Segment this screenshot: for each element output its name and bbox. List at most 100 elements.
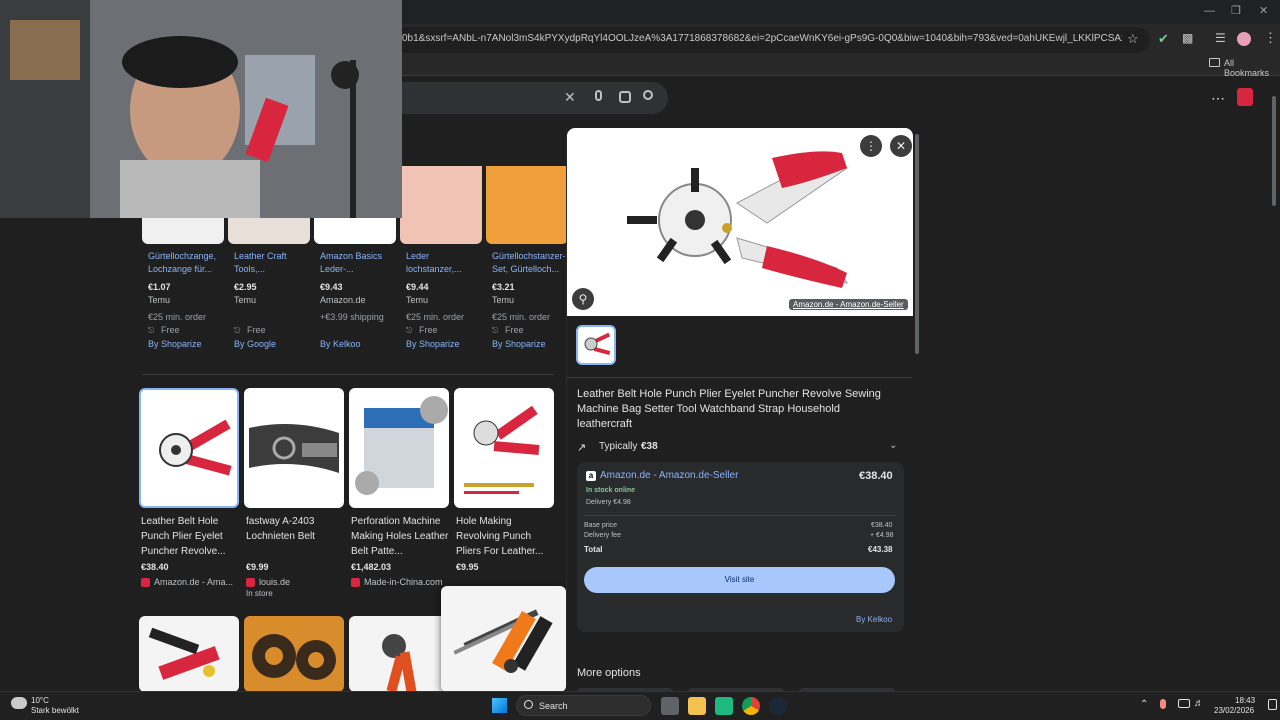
product-title[interactable]: Leather Belt Hole Punch Plier Eyelet Pun… xyxy=(141,514,239,560)
more-options-icon[interactable]: ⋮ xyxy=(860,135,882,157)
order-note: €25 min. order xyxy=(492,312,551,322)
by-provider-link[interactable]: By Shoparize xyxy=(492,339,546,349)
bookmark-star-icon[interactable]: ☆ xyxy=(1127,31,1139,47)
shipping-info: Free xyxy=(247,325,266,335)
seller-link[interactable]: Amazon.de - Amazon.de-Seller xyxy=(600,470,738,481)
clock-time[interactable]: 18:43 xyxy=(1235,696,1255,705)
product-card[interactable]: Perforation Machine Making Holes Leather… xyxy=(349,388,449,593)
product-title[interactable]: Hole Making Revolving Punch Pliers For L… xyxy=(456,514,554,560)
app-icon[interactable] xyxy=(715,697,733,715)
all-bookmarks[interactable]: All Bookmarks xyxy=(1224,58,1280,78)
image-thumbnail-selected[interactable] xyxy=(576,325,616,365)
profile-avatar[interactable] xyxy=(1237,32,1251,46)
order-note: +€3.99 shipping xyxy=(320,312,384,322)
product-title[interactable]: fastway A-2403 Lochnieten Belt xyxy=(246,514,344,560)
weather-temp[interactable]: 10°C xyxy=(31,696,49,705)
product-image[interactable] xyxy=(454,388,554,508)
close-icon[interactable]: ✕ xyxy=(890,135,912,157)
panel-divider xyxy=(567,377,912,378)
by-provider-link[interactable]: By Shoparize xyxy=(148,339,202,349)
product-card[interactable]: Leather Belt Hole Punch Plier Eyelet Pun… xyxy=(139,388,239,593)
url-text[interactable]: 0b1&sxsrf=ANbL-n7ANol3mS4kPYXydpRqYl4OOL… xyxy=(402,33,1122,44)
product-title[interactable]: Amazon Basics Leder-... xyxy=(320,250,398,276)
product-image[interactable] xyxy=(139,388,239,508)
clear-search-icon[interactable]: ✕ xyxy=(564,89,576,106)
store-favicon xyxy=(246,578,255,587)
store-favicon xyxy=(351,578,360,587)
microphone-icon[interactable] xyxy=(1160,699,1166,709)
delivery-fee-label: Delivery fee xyxy=(584,532,621,539)
image-source-label[interactable]: Amazon.de - Amazon.de-Seller xyxy=(789,299,908,310)
extensions-icon[interactable]: ▩ xyxy=(1182,31,1193,45)
taskbar-search[interactable]: Search xyxy=(516,695,651,716)
steam-icon[interactable] xyxy=(769,697,787,715)
close-window-button[interactable]: ✕ xyxy=(1259,4,1268,17)
availability: In store xyxy=(246,589,273,598)
browser-menu-icon[interactable]: ⋮ xyxy=(1264,30,1277,46)
by-provider-link[interactable]: By Kelkoo xyxy=(320,339,361,349)
store-name: Temu xyxy=(492,295,515,305)
chrome-icon[interactable] xyxy=(742,697,760,715)
folder-icon xyxy=(1209,58,1220,67)
check-extension-icon[interactable]: ✔ xyxy=(1158,31,1169,47)
zoom-image-icon[interactable]: ⚲ xyxy=(572,288,594,310)
notifications-icon[interactable] xyxy=(1268,699,1277,710)
network-icon[interactable] xyxy=(1178,699,1190,708)
product-title[interactable]: Perforation Machine Making Holes Leather… xyxy=(351,514,449,560)
kelkoo-link[interactable]: By Kelkoo xyxy=(856,615,892,624)
visit-site-button[interactable]: Visit site xyxy=(584,567,895,593)
offer-card: a Amazon.de - Amazon.de-Seller €38.40 In… xyxy=(577,462,904,632)
product-card[interactable]: Hole Making Revolving Punch Pliers For L… xyxy=(454,388,554,593)
store-name: Temu xyxy=(234,295,257,305)
panel-scrollbar[interactable] xyxy=(915,134,919,354)
product-title[interactable]: Gürtellochstanzer-Set, Gürtelloch... xyxy=(492,250,570,276)
product-thumbnail[interactable] xyxy=(486,166,568,244)
weather-icon[interactable] xyxy=(11,697,27,709)
product-title[interactable]: Leather Craft Tools,... xyxy=(234,250,312,276)
tray-chevron-icon[interactable]: ⌃ xyxy=(1140,699,1148,710)
product-thumbnail[interactable] xyxy=(400,166,482,244)
maximize-button[interactable]: ❐ xyxy=(1231,4,1241,17)
product-thumbnail[interactable] xyxy=(139,616,239,692)
page-scrollbar[interactable] xyxy=(1272,96,1276,206)
search-icon[interactable] xyxy=(643,90,653,100)
task-view-icon[interactable] xyxy=(661,697,679,715)
by-provider-link[interactable]: By Shoparize xyxy=(406,339,460,349)
store-name: Made-in-China.com xyxy=(364,577,443,587)
product-title[interactable]: Gürtellochzange, Lochzange für... xyxy=(148,250,226,276)
product-price: €38.40 xyxy=(141,562,169,572)
top-row-card[interactable]: Gürtellochstanzer-Set, Gürtelloch... €3.… xyxy=(486,166,568,356)
product-main-image[interactable]: ⋮ ✕ ⚲ Amazon.de - Amazon.de-Seller xyxy=(567,128,913,316)
account-avatar[interactable] xyxy=(1237,88,1253,106)
apps-grid-icon[interactable]: ⋯ xyxy=(1211,90,1225,107)
product-thumbnail[interactable] xyxy=(349,616,449,692)
shipping-info: Free xyxy=(419,325,438,335)
chevron-down-icon[interactable]: ⌄ xyxy=(889,440,897,451)
top-row-card[interactable]: Leder lochstanzer,... €9.44 Temu €25 min… xyxy=(400,166,482,356)
product-price: €9.95 xyxy=(456,562,479,572)
voice-search-icon[interactable] xyxy=(595,90,602,101)
truck-icon: ⎋ xyxy=(406,326,413,335)
clock-date[interactable]: 23/02/2026 xyxy=(1214,706,1254,715)
lens-search-icon[interactable] xyxy=(619,91,631,103)
product-thumbnail[interactable] xyxy=(244,616,344,692)
total-value: €43.38 xyxy=(868,545,893,554)
weather-desc[interactable]: Stark bewölkt xyxy=(31,706,79,715)
product-title[interactable]: Leder lochstanzer,... xyxy=(406,250,484,276)
media-icon[interactable]: ☰ xyxy=(1215,31,1226,45)
by-provider-link[interactable]: By Google xyxy=(234,339,276,349)
store-name: Amazon.de xyxy=(320,295,366,305)
shipping-info: Free xyxy=(161,325,180,335)
volume-icon[interactable]: ♬ xyxy=(1194,698,1204,709)
minimize-button[interactable]: — xyxy=(1204,5,1215,17)
truck-icon: ⎋ xyxy=(492,326,499,335)
amazon-icon: a xyxy=(586,471,596,481)
file-explorer-icon[interactable] xyxy=(688,697,706,715)
webcam-overlay xyxy=(0,0,402,218)
product-image[interactable] xyxy=(244,388,344,508)
product-image[interactable] xyxy=(349,388,449,508)
hover-preview-thumbnail[interactable] xyxy=(441,586,566,692)
product-card[interactable]: fastway A-2403 Lochnieten Belt €9.99 lou… xyxy=(244,388,344,598)
search-input[interactable]: ✕ xyxy=(380,82,668,114)
windows-start-icon[interactable] xyxy=(492,698,507,713)
